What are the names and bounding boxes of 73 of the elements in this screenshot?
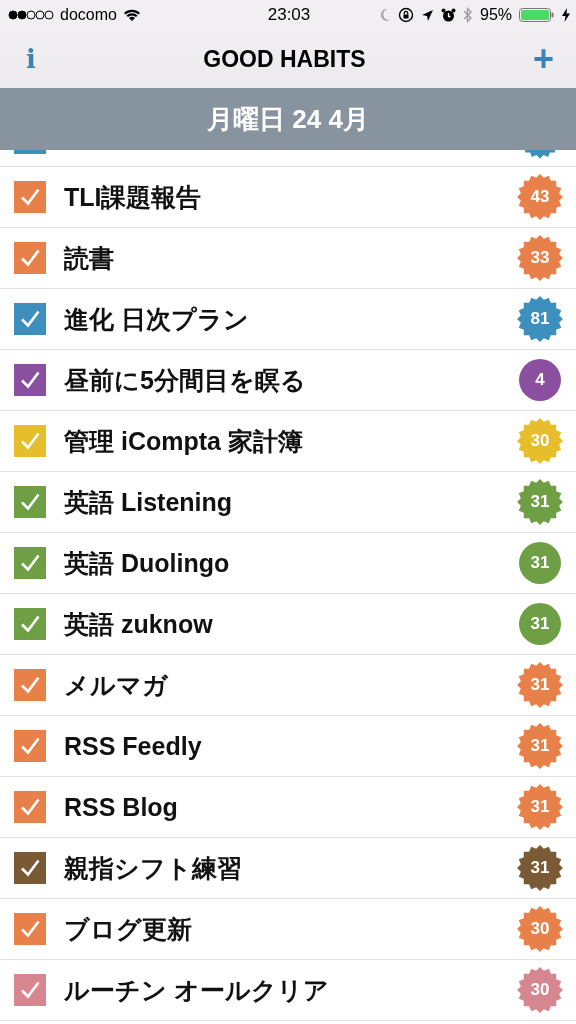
habit-name: 英語 zuknow bbox=[64, 608, 214, 640]
checkbox[interactable] bbox=[14, 730, 46, 762]
habit-row[interactable]: ブログ更新 30 bbox=[0, 899, 576, 960]
checkbox[interactable] bbox=[14, 181, 46, 213]
info-button[interactable]: i bbox=[26, 44, 36, 74]
battery-icon bbox=[519, 7, 555, 23]
streak-badge: 31 bbox=[519, 542, 561, 584]
signal-icon bbox=[8, 10, 54, 20]
streak-badge: 31 bbox=[516, 722, 564, 770]
habit-row[interactable]: 親指シフト練習 31 bbox=[0, 838, 576, 899]
checkbox[interactable] bbox=[14, 913, 46, 945]
streak-badge: 33 bbox=[516, 234, 564, 282]
checkbox[interactable] bbox=[14, 364, 46, 396]
streak-badge: 31 bbox=[519, 603, 561, 645]
streak-badge: 30 bbox=[516, 905, 564, 953]
alarm-clock-icon bbox=[441, 7, 456, 23]
bluetooth-icon bbox=[463, 7, 473, 23]
streak-badge: 30 bbox=[516, 417, 564, 465]
habit-name: RSS Feedly bbox=[64, 731, 203, 761]
carrier-name: docomo bbox=[60, 6, 117, 24]
moon-icon bbox=[379, 8, 391, 22]
habit-name: 英語 Duolingo bbox=[64, 547, 231, 579]
habit-row[interactable]: 昼前に5分間目を瞑る 4 bbox=[0, 350, 576, 411]
rotation-lock-icon bbox=[398, 7, 414, 23]
wifi-icon bbox=[122, 8, 141, 22]
streak-badge: 31 bbox=[516, 844, 564, 892]
habit-name: メルマガ bbox=[64, 669, 169, 701]
habit-name: TLI課題報告 bbox=[64, 181, 203, 213]
checkbox[interactable] bbox=[14, 242, 46, 274]
habit-name: ルーチン オールクリア bbox=[64, 974, 330, 1006]
streak-badge: 81 bbox=[516, 295, 564, 343]
habit-name: 英語 Listening bbox=[64, 486, 234, 518]
checkbox[interactable] bbox=[14, 547, 46, 579]
charging-bolt-icon bbox=[562, 8, 570, 22]
habit-row[interactable]: 読書 33 bbox=[0, 228, 576, 289]
date-label: 月曜日 24 4月 bbox=[207, 102, 369, 136]
battery-percent: 95% bbox=[480, 6, 512, 24]
clock-time: 23:03 bbox=[267, 5, 311, 25]
location-arrow-icon bbox=[421, 8, 434, 22]
habit-name: 読書 bbox=[64, 242, 115, 274]
habit-row[interactable]: 英語 Duolingo 31 bbox=[0, 533, 576, 594]
habit-row[interactable]: 進化 日次プラン 81 bbox=[0, 289, 576, 350]
habit-name: 昼前に5分間目を瞑る bbox=[64, 364, 307, 396]
streak-badge: 31 bbox=[516, 783, 564, 831]
streak-badge: 30 bbox=[516, 966, 564, 1014]
checkbox[interactable] bbox=[14, 974, 46, 1006]
checkbox[interactable] bbox=[14, 425, 46, 457]
checkbox[interactable] bbox=[14, 150, 46, 154]
habit-row[interactable]: RSS Blog 31 bbox=[0, 777, 576, 838]
streak-badge: 31 bbox=[516, 661, 564, 709]
habit-row[interactable]: 管理 iCompta 家計簿 30 bbox=[0, 411, 576, 472]
checkbox[interactable] bbox=[14, 608, 46, 640]
app-title: GOOD HABITS bbox=[203, 45, 366, 73]
habit-name: 管理 iCompta 家計簿 bbox=[64, 425, 304, 457]
streak-badge: 4 bbox=[519, 359, 561, 401]
habit-row[interactable]: 英語 zuknow 31 bbox=[0, 594, 576, 655]
checkbox[interactable] bbox=[14, 669, 46, 701]
habit-name: RSS Blog bbox=[64, 792, 179, 822]
streak-badge: 31 bbox=[516, 478, 564, 526]
habit-row[interactable]: RSS Feedly 31 bbox=[0, 716, 576, 777]
streak-badge: 43 bbox=[516, 173, 564, 221]
habit-row[interactable]: メルマガ 31 bbox=[0, 655, 576, 716]
habit-name: 親指シフト練習 bbox=[64, 852, 243, 884]
habit-name: ブログ更新 bbox=[64, 913, 193, 945]
checkbox[interactable] bbox=[14, 852, 46, 884]
checkbox[interactable] bbox=[14, 791, 46, 823]
add-button[interactable]: + bbox=[532, 41, 554, 77]
habit-row[interactable]: ルーチン オールクリア 30 bbox=[0, 960, 576, 1021]
habit-name: 進化 日次プラン bbox=[64, 303, 250, 335]
habit-row[interactable]: TLI課題報告 43 bbox=[0, 167, 576, 228]
habit-row[interactable]: 英語 Listening 31 bbox=[0, 472, 576, 533]
checkbox[interactable] bbox=[14, 486, 46, 518]
checkbox[interactable] bbox=[14, 303, 46, 335]
